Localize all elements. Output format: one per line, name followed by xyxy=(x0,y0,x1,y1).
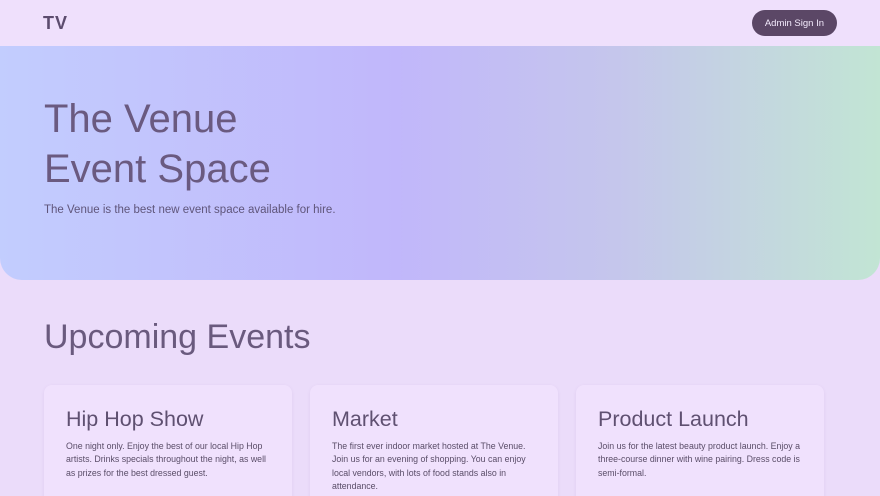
event-card-title: Market xyxy=(332,407,398,431)
hero-banner: The Venue Event Space The Venue is the b… xyxy=(0,46,880,280)
site-logo[interactable]: TV xyxy=(43,13,68,34)
event-card-hip-hop-show[interactable]: Hip Hop Show One night only. Enjoy the b… xyxy=(44,385,292,496)
event-card-product-launch[interactable]: Product Launch Join us for the latest be… xyxy=(576,385,824,496)
hero-title-line-2: Event Space xyxy=(44,147,271,191)
event-card-description: The first ever indoor market hosted at T… xyxy=(332,441,526,492)
admin-sign-in-button[interactable]: Admin Sign In xyxy=(751,10,837,36)
page: TV Admin Sign In The Venue Event Space T… xyxy=(0,0,880,496)
hero-subtitle: The Venue is the best new event space av… xyxy=(44,204,336,216)
event-card-title: Hip Hop Show xyxy=(66,407,204,431)
top-navbar: TV Admin Sign In xyxy=(0,0,880,46)
hero-title-line-1: The Venue xyxy=(44,97,238,141)
event-card-description: Join us for the latest beauty product la… xyxy=(598,441,800,478)
event-card-list: Hip Hop Show One night only. Enjoy the b… xyxy=(44,385,824,496)
upcoming-events-heading: Upcoming Events xyxy=(44,318,311,356)
event-card-market[interactable]: Market The first ever indoor market host… xyxy=(310,385,558,496)
event-card-title: Product Launch xyxy=(598,407,749,431)
event-card-description: One night only. Enjoy the best of our lo… xyxy=(66,441,266,478)
hero-title: The Venue Event Space xyxy=(44,94,836,194)
